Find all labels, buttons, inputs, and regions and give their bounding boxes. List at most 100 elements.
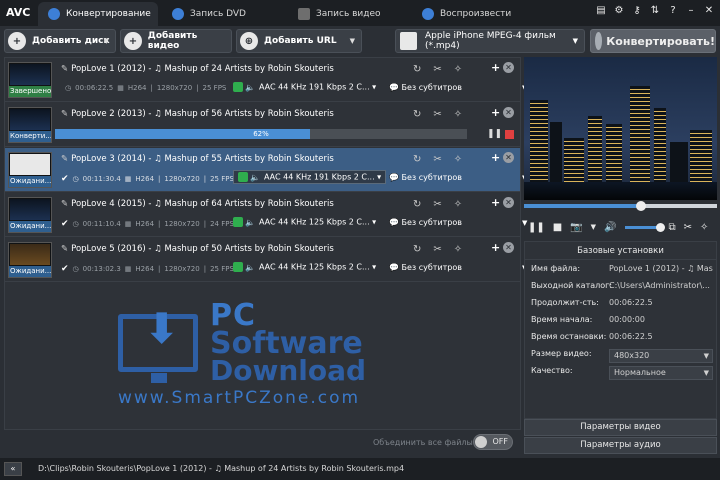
chevron-down-icon[interactable]: ▼	[104, 37, 109, 45]
add-icon[interactable]: +	[491, 196, 500, 209]
edit-icon[interactable]: ✎	[61, 199, 68, 209]
window-controls: ▤ ⚙ ⚷ ⇅ ? – ✕	[596, 5, 714, 16]
close-icon[interactable]: ✕	[503, 62, 514, 73]
subtitle-select[interactable]: 💬 Без субтитров▼	[389, 173, 527, 182]
cut-icon[interactable]: ✂	[684, 222, 692, 233]
start-time-field[interactable]: 00:00:00	[609, 315, 713, 324]
pause-icon[interactable]: ❚❚	[528, 222, 545, 233]
subtitle-select[interactable]: 💬 Без субтитров▼	[389, 83, 527, 92]
list-item[interactable]: Завершено ✎ PopLove 1 (2012) - ♫ Mashup o…	[5, 58, 527, 102]
audio-track-select[interactable]: 🔈 AAC 44 KHz 125 Kbps 2 C... ▾	[233, 217, 376, 227]
tab-convert[interactable]: Конвертирование	[38, 2, 158, 26]
cut-icon[interactable]: ✂	[433, 199, 441, 210]
tab-record[interactable]: Запись видео	[288, 2, 408, 26]
filename-field[interactable]: PopLove 1 (2012) - ♫ Mash	[609, 264, 713, 273]
seek-bar[interactable]	[524, 201, 717, 211]
add-disc-button[interactable]: + Добавить диск ▼	[4, 29, 116, 53]
edit-icon[interactable]: ✎	[61, 109, 68, 119]
settings-icon[interactable]: ⚙	[614, 5, 624, 16]
audio-edit-icon	[238, 172, 248, 182]
add-icon[interactable]: +	[491, 151, 500, 164]
refresh-icon[interactable]: ↻	[413, 154, 421, 165]
video-preview[interactable]	[524, 57, 717, 200]
sort-icon[interactable]: ⇅	[650, 5, 660, 16]
list-item[interactable]: Ожидани... ✎ PopLove 5 (2016) - ♫ Mashup …	[5, 238, 527, 282]
duration: 00:11:30.4	[82, 175, 121, 183]
end-time-field[interactable]: 00:06:22.5	[609, 332, 713, 341]
convert-button[interactable]: Конвертировать!	[590, 29, 716, 53]
key-icon[interactable]: ⚷	[632, 5, 642, 16]
edit-icon[interactable]: ✎	[61, 64, 68, 74]
edit-icon[interactable]: ✎	[61, 244, 68, 254]
tab-play[interactable]: Воспроизвести	[412, 2, 532, 26]
cut-icon[interactable]: ✂	[433, 154, 441, 165]
quality-select[interactable]: Нормальное ▼	[609, 366, 713, 380]
add-icon[interactable]: +	[491, 106, 500, 119]
close-icon[interactable]: ✕	[503, 242, 514, 253]
magic-wand-icon[interactable]: ✧	[454, 244, 462, 255]
add-url-label: Добавить URL	[264, 36, 337, 46]
video-params-button[interactable]: Параметры видео	[524, 419, 717, 436]
chevron-down-icon[interactable]: ▼	[350, 37, 355, 45]
magic-wand-icon[interactable]: ✧	[454, 154, 462, 165]
checkbox[interactable]: ✔	[61, 174, 69, 184]
list-item[interactable]: Ожидани... ✎ PopLove 3 (2014) - ♫ Mashup …	[5, 148, 527, 192]
fullscreen-icon[interactable]: ⧉	[669, 222, 676, 233]
film-icon: ▦	[124, 220, 132, 228]
resolution: 1280x720	[164, 175, 200, 183]
minimize-icon[interactable]: –	[686, 5, 696, 16]
audio-params-button[interactable]: Параметры аудио	[524, 437, 717, 454]
list-item[interactable]: Конверти... ✎ PopLove 2 (2013) - ♫ Mashup…	[5, 103, 520, 147]
checkbox[interactable]: ✔	[61, 264, 69, 274]
stop-icon[interactable]	[505, 130, 514, 139]
close-icon[interactable]: ✕	[503, 152, 514, 163]
profile-label: Apple iPhone MPEG-4 фильм (*.mp4)	[425, 31, 556, 51]
subtitle-select[interactable]: 💬 Без субтитров▼	[389, 218, 527, 227]
history-icon[interactable]: ▤	[596, 5, 606, 16]
add-icon[interactable]: +	[491, 241, 500, 254]
close-icon[interactable]: ✕	[704, 5, 714, 16]
magic-wand-icon[interactable]: ✧	[700, 222, 708, 233]
cut-icon[interactable]: ✂	[433, 64, 441, 75]
close-icon[interactable]: ✕	[503, 107, 514, 118]
cut-icon[interactable]: ✂	[433, 244, 441, 255]
refresh-icon[interactable]: ↻	[413, 244, 421, 255]
merge-toggle[interactable]: OFF	[473, 434, 513, 450]
output-profile-select[interactable]: Apple iPhone MPEG-4 фильм (*.mp4) ▼	[395, 29, 585, 53]
audio-track-select[interactable]: 🔈 AAC 44 KHz 191 Kbps 2 C... ▾	[233, 82, 376, 92]
output-folder-field[interactable]: C:\Users\Administrator\...	[609, 281, 713, 290]
video-size-select[interactable]: 480x320 ▼	[609, 349, 713, 363]
volume-slider[interactable]	[624, 222, 665, 232]
tab-dvd[interactable]: Запись DVD	[162, 2, 282, 26]
edit-icon[interactable]: ✎	[61, 154, 68, 164]
close-icon[interactable]: ✕	[503, 197, 514, 208]
chevron-down-icon[interactable]: ▼	[591, 223, 596, 231]
refresh-icon[interactable]: ↻	[413, 64, 421, 75]
snapshot-icon[interactable]: 📷	[570, 222, 582, 233]
status-badge: Завершено	[9, 86, 51, 97]
magic-wand-icon[interactable]: ✧	[454, 64, 462, 75]
codec: H264	[135, 265, 155, 273]
subtitle-select[interactable]: 💬 Без субтитров▼	[389, 263, 527, 272]
add-url-button[interactable]: ⊕ Добавить URL ▼	[236, 29, 362, 53]
audio-track-select[interactable]: 🔈 AAC 44 KHz 191 Kbps 2 C... ▾	[233, 170, 387, 184]
refresh-icon[interactable]: ↻	[413, 199, 421, 210]
add-video-button[interactable]: + Добавить видео	[120, 29, 232, 53]
list-item[interactable]: Ожидани... ✎ PopLove 4 (2015) - ♫ Mashup …	[5, 193, 527, 237]
audio-track-select[interactable]: 🔈 AAC 44 KHz 125 Kbps 2 C... ▾	[233, 262, 376, 272]
film-icon: ▦	[124, 265, 132, 273]
settings-panel: Базовые установки Имя файла: PopLove 1 (2…	[524, 241, 717, 419]
stop-icon[interactable]: ■	[553, 222, 562, 233]
add-icon[interactable]: +	[491, 61, 500, 74]
seek-handle[interactable]	[636, 201, 646, 211]
magic-wand-icon[interactable]: ✧	[454, 199, 462, 210]
help-icon[interactable]: ?	[668, 5, 678, 16]
cut-icon[interactable]: ✂	[433, 109, 441, 120]
magic-wand-icon[interactable]: ✧	[454, 109, 462, 120]
checkbox[interactable]: ✔	[61, 219, 69, 229]
collapse-button[interactable]: «	[4, 462, 22, 476]
refresh-icon[interactable]: ↻	[413, 109, 421, 120]
status-badge: Ожидани...	[9, 221, 51, 232]
volume-icon[interactable]: 🔊	[604, 222, 616, 233]
pause-icon[interactable]: ❚❚	[487, 129, 502, 139]
